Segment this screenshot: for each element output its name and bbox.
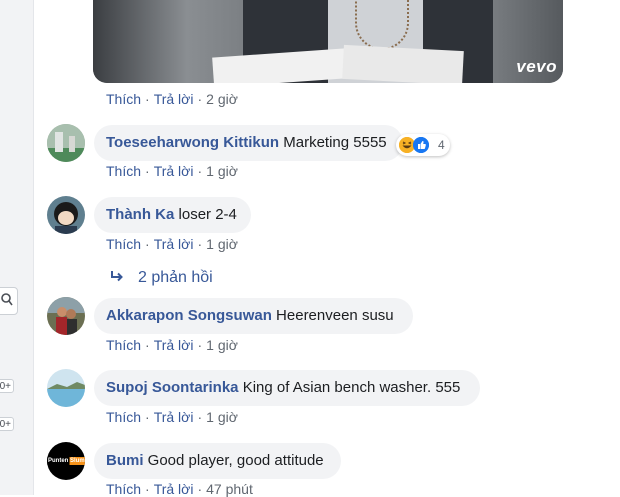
sidebar-badge[interactable]: 0+ bbox=[0, 379, 14, 393]
comment-bubble: Supoj Soontarinka King of Asian bench wa… bbox=[94, 370, 480, 406]
like-link[interactable]: Thích bbox=[106, 163, 141, 179]
sidebar-badge[interactable]: 0+ bbox=[0, 417, 14, 431]
sidebar-search-button[interactable] bbox=[0, 287, 18, 315]
comment-time: 1 giờ bbox=[206, 236, 238, 252]
avatar[interactable]: Punten Slum bbox=[47, 442, 85, 480]
comment-author[interactable]: Thành Ka bbox=[106, 206, 174, 223]
like-icon bbox=[413, 137, 429, 153]
comment-actions: Thích · Trả lời · 1 giờ bbox=[106, 409, 238, 425]
comment-bubble: Bumi Good player, good attitude bbox=[94, 443, 341, 479]
comment-bubble: Toeseeharwong Kittikun Marketing 5555 bbox=[94, 125, 403, 161]
like-link[interactable]: Thích bbox=[106, 337, 141, 353]
comment-bubble: Thành Ka loser 2-4 bbox=[94, 197, 251, 233]
avatar[interactable] bbox=[47, 369, 85, 407]
comment-author[interactable]: Akkarapon Songsuwan bbox=[106, 307, 272, 324]
comment-time: 1 giờ bbox=[206, 163, 238, 179]
comment-author[interactable]: Bumi bbox=[106, 452, 144, 469]
comment-text: Good player, good attitude bbox=[147, 452, 324, 469]
avatar[interactable] bbox=[47, 124, 85, 162]
comment-time: 1 giờ bbox=[206, 337, 238, 353]
like-link[interactable]: Thích bbox=[106, 409, 141, 425]
comment-actions: Thích · Trả lời · 1 giờ bbox=[106, 236, 238, 252]
comment-text: Heerenveen susu bbox=[276, 307, 394, 324]
comment-actions: Thích · Trả lời · 1 giờ bbox=[106, 163, 238, 179]
video-thumbnail[interactable]: vevo bbox=[93, 0, 563, 83]
replies-count: 2 phản hồi bbox=[138, 269, 213, 286]
reply-link[interactable]: Trả lời bbox=[154, 163, 194, 179]
reply-link[interactable]: Trả lời bbox=[154, 409, 194, 425]
comment-author[interactable]: Supoj Soontarinka bbox=[106, 379, 239, 396]
avatar[interactable] bbox=[47, 297, 85, 335]
reply-arrow-icon bbox=[110, 269, 124, 287]
search-icon bbox=[1, 293, 13, 306]
like-link[interactable]: Thích bbox=[106, 91, 141, 107]
comment-actions: Thích · Trả lời · 1 giờ bbox=[106, 337, 238, 353]
reply-link[interactable]: Trả lời bbox=[154, 236, 194, 252]
comment-text: King of Asian bench washer. 555 bbox=[242, 379, 461, 396]
reaction-count: 4 bbox=[438, 138, 445, 152]
comment-time: 1 giờ bbox=[206, 409, 238, 425]
avatar[interactable] bbox=[47, 196, 85, 234]
like-link[interactable]: Thích bbox=[106, 236, 141, 252]
view-replies-link[interactable]: 2 phản hồi bbox=[110, 269, 213, 287]
comment-bubble: Akkarapon Songsuwan Heerenveen susu bbox=[94, 298, 413, 334]
reply-link[interactable]: Trả lời bbox=[154, 337, 194, 353]
comment-author[interactable]: Toeseeharwong Kittikun bbox=[106, 134, 279, 151]
comment-text: loser 2-4 bbox=[178, 206, 237, 223]
reaction-summary[interactable]: 4 bbox=[396, 134, 450, 156]
comment-time: 2 giờ bbox=[206, 91, 238, 107]
comment-actions: Thích · Trả lời · 2 giờ bbox=[106, 91, 238, 107]
avatar-logo: Punten Slum bbox=[47, 457, 85, 465]
reply-link[interactable]: Trả lời bbox=[154, 91, 194, 107]
vevo-watermark: vevo bbox=[516, 57, 557, 76]
comment-text: Marketing 5555 bbox=[283, 134, 387, 151]
